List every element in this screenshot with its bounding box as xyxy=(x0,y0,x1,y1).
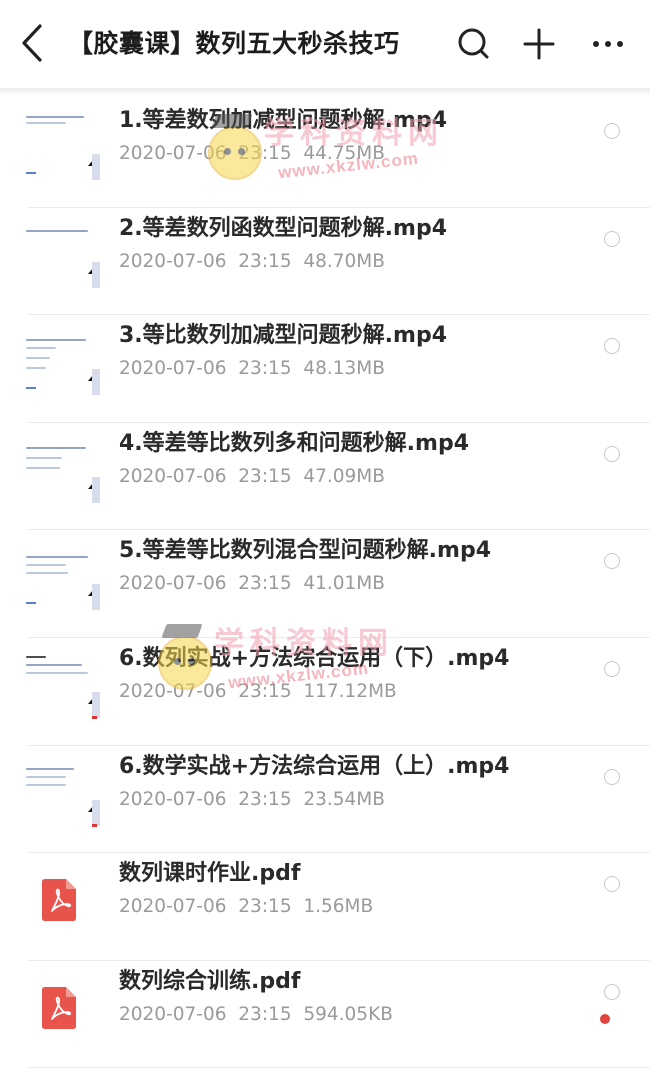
page-title: 【胶囊课】数列五大秒杀技巧 xyxy=(68,29,400,58)
select-radio[interactable] xyxy=(604,123,620,139)
more-dots-icon xyxy=(593,41,623,47)
select-radio[interactable] xyxy=(604,230,620,247)
file-meta: 2020-07-06 23:15 1.56MB xyxy=(119,896,374,918)
select-radio[interactable] xyxy=(604,445,620,462)
file-meta: 2020-07-06 23:15 23.54MB xyxy=(119,788,385,810)
list-item[interactable]: 数列课时作业.pdf 2020-07-06 23:15 1.56MB xyxy=(0,853,650,961)
file-meta: 2020-07-06 23:15 48.13MB xyxy=(119,358,385,380)
file-name: 5.等差等比数列混合型问题秒解.mp4 xyxy=(119,538,492,564)
file-meta: 2020-07-06 23:15 47.09MB xyxy=(119,465,385,487)
list-item[interactable]: 数列综合训练.pdf 2020-07-06 23:15 594.05KB xyxy=(0,961,650,1068)
back-button[interactable] xyxy=(14,20,54,66)
select-radio[interactable] xyxy=(604,768,620,785)
pdf-icon xyxy=(42,986,76,1029)
select-radio[interactable] xyxy=(604,876,620,893)
add-button[interactable] xyxy=(517,22,561,66)
file-meta: 2020-07-06 23:15 594.05KB xyxy=(119,1003,393,1025)
search-button[interactable] xyxy=(452,22,496,66)
file-name: 2.等差数列函数型问题秒解.mp4 xyxy=(119,215,448,241)
file-name: 3.等比数列加减型问题秒解.mp4 xyxy=(119,323,448,349)
list-item[interactable]: 6.数列实战+方法综合运用（下）.mp4 2020-07-06 23:15 11… xyxy=(0,638,650,746)
file-name: 数列综合训练.pdf xyxy=(119,968,301,994)
file-name: 6.数学实战+方法综合运用（上）.mp4 xyxy=(119,753,510,779)
select-radio[interactable] xyxy=(604,553,620,570)
header-divider xyxy=(0,88,650,96)
video-thumbnail xyxy=(24,112,100,188)
video-thumbnail xyxy=(24,757,100,834)
top-bar: 【胶囊课】数列五大秒杀技巧 xyxy=(0,0,650,90)
video-thumbnail xyxy=(24,219,100,296)
file-name: 6.数列实战+方法综合运用（下）.mp4 xyxy=(119,645,510,671)
list-item[interactable]: 1.等差数列加减型问题秒解.mp4 2020-07-06 23:15 44.75… xyxy=(0,100,650,208)
select-radio[interactable] xyxy=(604,660,620,677)
file-meta: 2020-07-06 23:15 117.12MB xyxy=(119,680,397,702)
search-icon xyxy=(458,28,489,59)
select-radio[interactable] xyxy=(604,338,620,355)
list-item[interactable]: 2.等差数列函数型问题秒解.mp4 2020-07-06 23:15 48.70… xyxy=(0,208,650,316)
video-thumbnail xyxy=(24,327,100,404)
chevron-left-icon xyxy=(22,24,42,62)
file-meta: 2020-07-06 23:15 44.75MB xyxy=(119,143,385,164)
plus-icon xyxy=(523,28,555,60)
list-item[interactable]: 3.等比数列加减型问题秒解.mp4 2020-07-06 23:15 48.13… xyxy=(0,315,650,423)
file-list: 1.等差数列加减型问题秒解.mp4 2020-07-06 23:15 44.75… xyxy=(0,100,650,1068)
file-meta: 2020-07-06 23:15 48.70MB xyxy=(119,250,385,272)
file-name: 4.等差等比数列多和问题秒解.mp4 xyxy=(119,430,470,456)
file-name: 1.等差数列加减型问题秒解.mp4 xyxy=(119,108,448,133)
list-item[interactable]: 4.等差等比数列多和问题秒解.mp4 2020-07-06 23:15 47.0… xyxy=(0,423,650,531)
video-thumbnail xyxy=(24,649,100,726)
notification-dot xyxy=(600,1014,610,1024)
pdf-icon xyxy=(42,879,76,922)
file-meta: 2020-07-06 23:15 41.01MB xyxy=(119,573,385,595)
video-thumbnail xyxy=(24,542,100,619)
file-name: 数列课时作业.pdf xyxy=(119,861,301,887)
list-item[interactable]: 5.等差等比数列混合型问题秒解.mp4 2020-07-06 23:15 41.… xyxy=(0,530,650,638)
more-button[interactable] xyxy=(586,22,630,66)
video-thumbnail xyxy=(24,434,100,511)
list-item[interactable]: 6.数学实战+方法综合运用（上）.mp4 2020-07-06 23:15 23… xyxy=(0,746,650,854)
select-radio[interactable] xyxy=(604,983,620,1000)
